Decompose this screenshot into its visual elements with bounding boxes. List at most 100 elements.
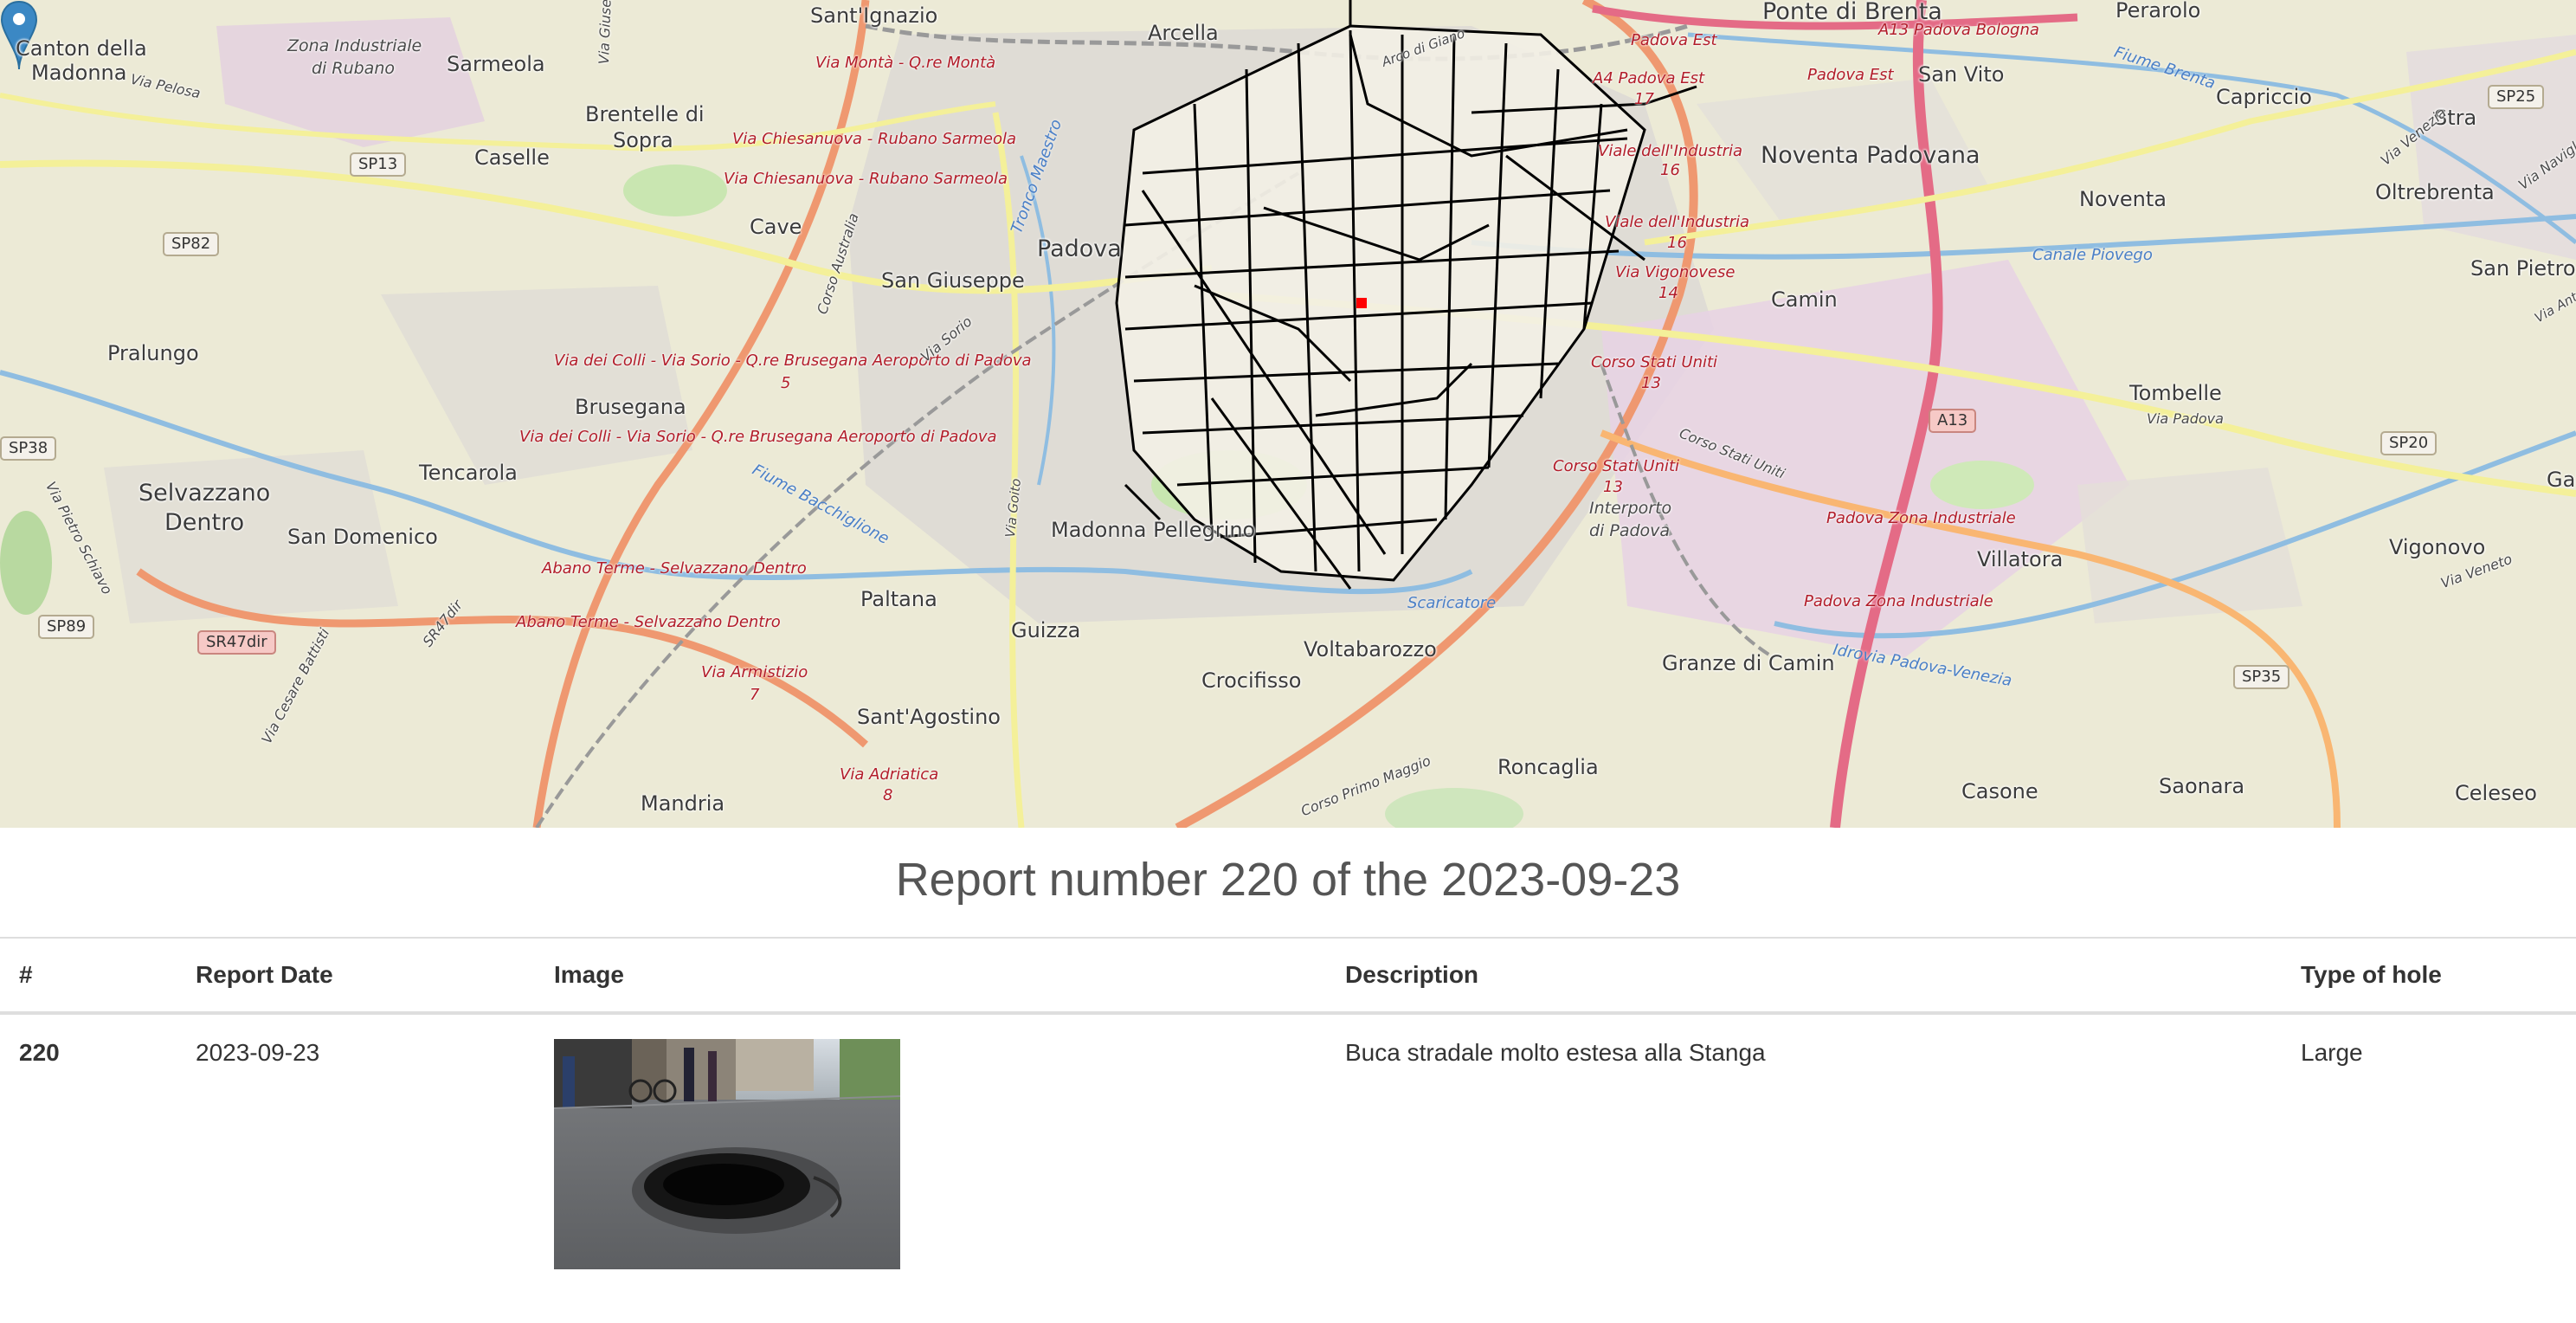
- place-label-casone: Casone: [1961, 779, 2038, 803]
- street-label: Via Padova: [2147, 410, 2224, 427]
- place-label-capriccio: Capriccio: [2216, 85, 2312, 109]
- place-label-oltrebrenta: Oltrebrenta: [2375, 180, 2495, 204]
- route-label: Padova Est: [1807, 66, 1894, 84]
- route-number: 14: [1658, 284, 1678, 302]
- place-label-padova: Padova: [1037, 236, 1122, 262]
- place-label-sopra: Sopra: [613, 128, 673, 152]
- place-label-santignazio: Sant'Ignazio: [810, 3, 938, 28]
- table-header-row: # Report Date Image Description Type of …: [0, 939, 2576, 1015]
- cell-report-number: 220: [19, 1039, 60, 1066]
- route-label: Corso Stati Uniti: [1553, 457, 1680, 475]
- road-shield: SP82: [163, 232, 220, 256]
- route-label: Via dei Colli - Via Sorio - Q.re Brusega…: [554, 352, 1032, 370]
- column-header-report-date: Report Date: [177, 939, 535, 1015]
- place-label-perarolo: Perarolo: [2116, 0, 2201, 23]
- cell-type-of-hole: Large: [2301, 1039, 2363, 1066]
- road-shield: SR47dir: [197, 630, 276, 655]
- route-number: 13: [1603, 478, 1623, 496]
- place-label-di-rubano: di Rubano: [312, 59, 395, 78]
- place-label-tencarola: Tencarola: [419, 461, 518, 485]
- route-label: Via Chiesanuova - Rubano Sarmeola: [732, 130, 1016, 148]
- place-label-paltana: Paltana: [860, 587, 937, 611]
- route-label: Via Adriatica: [840, 765, 939, 784]
- place-label-interporto: Interporto: [1589, 499, 1672, 518]
- place-label-sarmeola: Sarmeola: [447, 52, 545, 76]
- place-label-villatora: Villatora: [1977, 547, 2064, 571]
- pothole-photo[interactable]: [554, 1039, 900, 1269]
- water-label: Canale Piovego: [2032, 246, 2153, 264]
- road-shield: SP89: [38, 615, 95, 639]
- cell-description: Buca stradale molto estesa alla Stanga: [1345, 1039, 1766, 1066]
- place-label-pralungo: Pralungo: [107, 341, 199, 365]
- place-label-san-giuseppe: San Giuseppe: [881, 268, 1025, 293]
- route-number: 13: [1641, 374, 1661, 392]
- place-label-roncaglia: Roncaglia: [1497, 755, 1599, 779]
- place-label-brusegana: Brusegana: [575, 395, 686, 419]
- route-label: Viale dell'Industria: [1598, 142, 1743, 160]
- route-label: A4 Padova Est: [1593, 69, 1705, 87]
- route-label: Via Montà - Q.re Montà: [815, 54, 996, 72]
- place-label-celeseo: Celeseo: [2455, 781, 2537, 805]
- place-label-arcella: Arcella: [1148, 21, 1219, 45]
- column-header-image: Image: [535, 939, 1326, 1015]
- road-shield: SP13: [350, 152, 407, 177]
- route-label: Corso Stati Uniti: [1591, 353, 1718, 371]
- place-label-tombelle: Tombelle: [2129, 381, 2222, 405]
- route-number: 5: [781, 374, 791, 392]
- road-shield: SP25: [2488, 85, 2545, 109]
- column-header-number: #: [0, 939, 177, 1015]
- place-label-madonna-pellegrino: Madonna Pellegrino: [1051, 518, 1256, 542]
- place-label-vigonovo: Vigonovo: [2389, 535, 2486, 559]
- road-shield: A13: [1929, 409, 1977, 433]
- place-label-san-vito: San Vito: [1918, 62, 2005, 87]
- route-label: Via Chiesanuova - Rubano Sarmeola: [724, 170, 1008, 188]
- place-label-san-domenico: San Domenico: [287, 525, 438, 549]
- road-shield: SP38: [0, 436, 57, 461]
- place-label-dentro: Dentro: [164, 509, 245, 536]
- column-header-type-of-hole: Type of hole: [2282, 939, 2576, 1015]
- report-table: # Report Date Image Description Type of …: [0, 939, 2576, 1294]
- route-number: 8: [883, 786, 893, 804]
- road-shield: SP20: [2380, 431, 2438, 455]
- route-label: Padova Zona Industriale: [1804, 592, 1993, 610]
- place-label-saonara: Saonara: [2159, 774, 2245, 798]
- place-label-zona-industriale: Zona Industriale: [287, 36, 422, 55]
- place-label-selvazzano: Selvazzano: [138, 480, 271, 507]
- route-number: 16: [1667, 234, 1687, 252]
- place-label-guizza: Guizza: [1011, 618, 1081, 642]
- place-label-cave: Cave: [750, 215, 802, 239]
- place-label-voltabarozzo: Voltabarozzo: [1304, 637, 1437, 662]
- place-label-di-padova: di Padova: [1589, 521, 1671, 540]
- place-label-brentelle: Brentelle di: [585, 102, 705, 126]
- table-row: 220 2023-09-23 Buca stradale molto estes…: [0, 1013, 2576, 1294]
- route-label: Via Vigonovese: [1615, 263, 1736, 281]
- place-label-gal: Gal: [2547, 468, 2576, 492]
- column-header-description: Description: [1326, 939, 2282, 1015]
- place-label-noventa: Noventa: [2079, 187, 2167, 211]
- place-label-canton: Canton della: [16, 36, 147, 61]
- road-shield: SP35: [2233, 665, 2290, 689]
- route-label: Via Armistizio: [701, 663, 808, 681]
- route-label: Padova Est: [1631, 31, 1717, 49]
- route-number: 16: [1660, 161, 1680, 179]
- place-label-santagostino: Sant'Agostino: [857, 705, 1001, 729]
- route-label: Abano Terme - Selvazzano Dentro: [516, 613, 781, 631]
- route-label: A13 Padova Bologna: [1878, 21, 2039, 39]
- route-number: 7: [750, 686, 760, 704]
- place-label-granze-di-camin: Granze di Camin: [1662, 651, 1835, 675]
- cell-image: [535, 1013, 1326, 1294]
- cell-report-date: 2023-09-23: [196, 1039, 320, 1066]
- route-number: 17: [1634, 90, 1654, 108]
- route-label: Via dei Colli - Via Sorio - Q.re Brusega…: [519, 428, 997, 446]
- place-label-ponte-di-brenta: Ponte di Brenta: [1762, 0, 1942, 25]
- route-label: Padova Zona Industriale: [1826, 509, 2016, 527]
- report-title: Report number 220 of the 2023-09-23: [895, 854, 1681, 906]
- map-view[interactable]: Canton della Madonna Zona Industriale di…: [0, 0, 2576, 828]
- water-label: Scaricatore: [1407, 594, 1497, 612]
- place-label-san-pietro: San Pietro: [2470, 256, 2576, 281]
- place-label-mandria: Mandria: [641, 791, 725, 816]
- place-label-madonna: Madonna: [31, 61, 127, 85]
- place-label-crocifisso: Crocifisso: [1201, 668, 1302, 693]
- route-label: Viale dell'Industria: [1605, 213, 1750, 231]
- place-label-camin: Camin: [1771, 287, 1838, 312]
